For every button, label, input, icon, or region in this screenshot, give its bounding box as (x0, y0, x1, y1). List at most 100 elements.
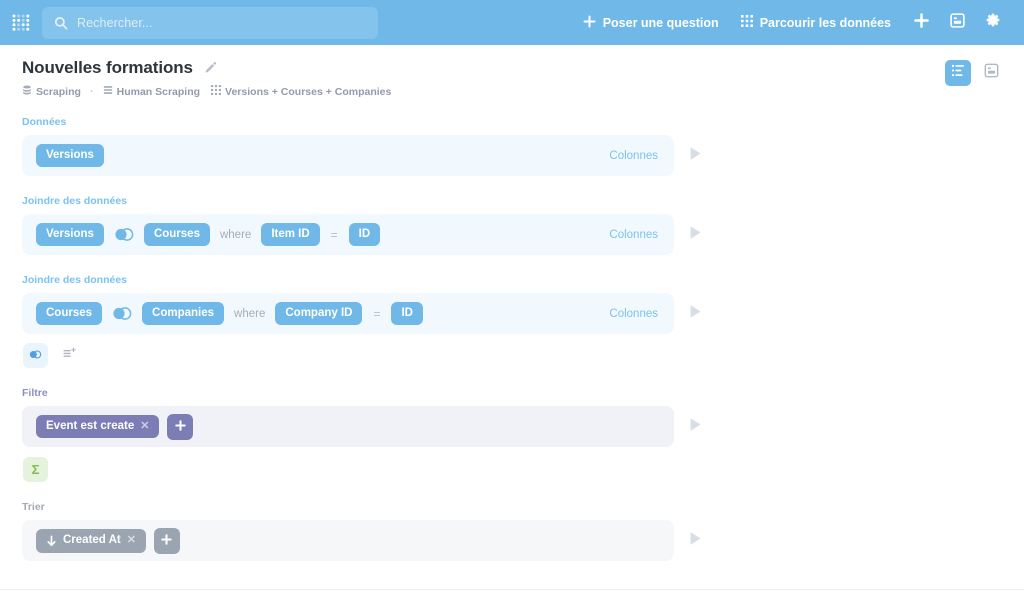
breadcrumb-separator: · (88, 86, 96, 98)
join-venn-icon[interactable] (112, 227, 136, 242)
nav-actions: Poser une question Parcourir les données (572, 7, 1010, 39)
notebook-step-join-2: Joindre des données Courses Companies wh… (22, 274, 1002, 368)
add-column-icon (63, 347, 76, 365)
join-where-label: where (218, 229, 253, 241)
close-icon[interactable]: ✕ (140, 421, 149, 432)
breadcrumb-item-query[interactable]: Versions + Courses + Companies (211, 85, 391, 98)
bottom-divider (0, 589, 1024, 590)
join-left-key-pill[interactable]: Company ID (275, 302, 362, 326)
join-right-key-pill[interactable]: ID (391, 302, 423, 326)
notebook-step-data: Données Versions Colonnes (22, 116, 1002, 176)
top-navigation-bar: Rechercher... Poser une question (0, 0, 1024, 45)
summarize-button[interactable]: Σ (23, 457, 48, 482)
preview-button-data[interactable] (674, 135, 716, 176)
play-icon (689, 146, 702, 166)
browse-data-button[interactable]: Parcourir les données (730, 7, 902, 39)
page-title: Nouvelles formations (22, 58, 193, 78)
dashboard-button[interactable] (940, 7, 974, 39)
sort-pill-label: Created At (63, 535, 121, 547)
columns-link[interactable]: Colonnes (609, 308, 658, 320)
preview-button-filter[interactable] (674, 406, 716, 447)
data-source-pill[interactable]: Versions (36, 144, 104, 168)
question-header: Nouvelles formations (0, 45, 1024, 98)
search-placeholder-text: Rechercher... (77, 16, 153, 30)
plus-icon (583, 15, 596, 31)
grid-icon (211, 85, 221, 98)
step-label-join-1: Joindre des données (22, 195, 1002, 207)
join-substep-actions (22, 343, 1002, 368)
step-label-join-2: Joindre des données (22, 274, 1002, 286)
plus-icon (175, 418, 186, 436)
add-join-button[interactable] (23, 343, 48, 368)
play-icon (689, 225, 702, 245)
search-input[interactable]: Rechercher... (42, 7, 378, 39)
notebook-icon (951, 63, 966, 83)
join-operator: = (370, 307, 383, 321)
step-row-join-1: Versions Courses where Item ID = ID Colo… (22, 214, 1002, 255)
plus-icon (161, 532, 172, 550)
step-row-data: Versions Colonnes (22, 135, 1002, 176)
filter-pill-label: Event est create (46, 421, 134, 433)
visualization-toggle[interactable] (978, 60, 1004, 86)
add-custom-column-button[interactable] (57, 343, 82, 368)
breadcrumb: Scraping · Human Scraping (22, 85, 391, 98)
filter-pill[interactable]: Event est create ✕ (36, 415, 159, 439)
breadcrumb-query-label: Versions + Courses + Companies (225, 86, 391, 98)
breadcrumb-database-label: Scraping (36, 86, 81, 98)
plus-icon (914, 13, 929, 33)
preview-button-join-2[interactable] (674, 293, 716, 334)
ask-question-button[interactable]: Poser une question (572, 7, 730, 39)
join-left-key-pill[interactable]: Item ID (261, 223, 319, 247)
join-left-table-pill[interactable]: Versions (36, 223, 104, 247)
step-row-join-2: Courses Companies where Company ID = ID … (22, 293, 1002, 334)
ask-question-label: Poser une question (603, 16, 719, 30)
title-row: Nouvelles formations (22, 58, 391, 78)
columns-link[interactable]: Colonnes (609, 150, 658, 162)
notebook-editor-toggle[interactable] (945, 60, 971, 86)
sigma-icon: Σ (32, 463, 40, 476)
grid-icon (741, 15, 753, 30)
step-body-join-1: Versions Courses where Item ID = ID Colo… (22, 214, 674, 255)
play-icon (689, 304, 702, 324)
breadcrumb-item-database[interactable]: Scraping (22, 85, 81, 98)
search-icon (54, 16, 68, 30)
play-icon (689, 417, 702, 437)
preview-button-join-1[interactable] (674, 214, 716, 255)
dashboard-icon (950, 13, 965, 33)
step-body-data: Versions Colonnes (22, 135, 674, 176)
join-venn-icon[interactable] (110, 306, 134, 321)
pencil-icon[interactable] (203, 61, 217, 75)
notebook-step-sort: Trier Created At ✕ (22, 501, 1002, 561)
step-label-data: Données (22, 116, 1002, 128)
notebook-editor: Données Versions Colonnes Joindre des do… (0, 98, 1024, 561)
join-right-table-pill[interactable]: Courses (144, 223, 210, 247)
join-right-table-pill[interactable]: Companies (142, 302, 224, 326)
header-left: Nouvelles formations (22, 58, 391, 98)
columns-link[interactable]: Colonnes (609, 229, 658, 241)
view-toggle-group (945, 58, 1004, 86)
database-icon (22, 85, 32, 98)
add-sort-button[interactable] (154, 528, 180, 554)
join-where-label: where (232, 308, 267, 320)
step-label-sort: Trier (22, 501, 1002, 513)
join-venn-icon (28, 347, 43, 365)
join-left-table-pill[interactable]: Courses (36, 302, 102, 326)
sort-pill[interactable]: Created At ✕ (36, 529, 146, 553)
step-label-filter: Filtre (22, 387, 1002, 399)
header-top-row: Nouvelles formations (22, 58, 1004, 98)
preview-button-sort[interactable] (674, 520, 716, 561)
step-body-filter: Event est create ✕ (22, 406, 674, 447)
breadcrumb-item-table[interactable]: Human Scraping (103, 85, 200, 98)
settings-button[interactable] (976, 7, 1010, 39)
add-filter-button[interactable] (167, 414, 193, 440)
metabase-logo-icon[interactable] (8, 9, 36, 37)
step-body-sort: Created At ✕ (22, 520, 674, 561)
new-item-button[interactable] (904, 7, 938, 39)
arrow-down-icon (46, 535, 57, 547)
visualization-icon (984, 63, 999, 83)
filter-substep-actions: Σ (22, 457, 1002, 482)
step-row-filter: Event est create ✕ (22, 406, 1002, 447)
join-right-key-pill[interactable]: ID (349, 223, 381, 247)
close-icon[interactable]: ✕ (127, 535, 136, 546)
gear-icon (985, 12, 1001, 33)
